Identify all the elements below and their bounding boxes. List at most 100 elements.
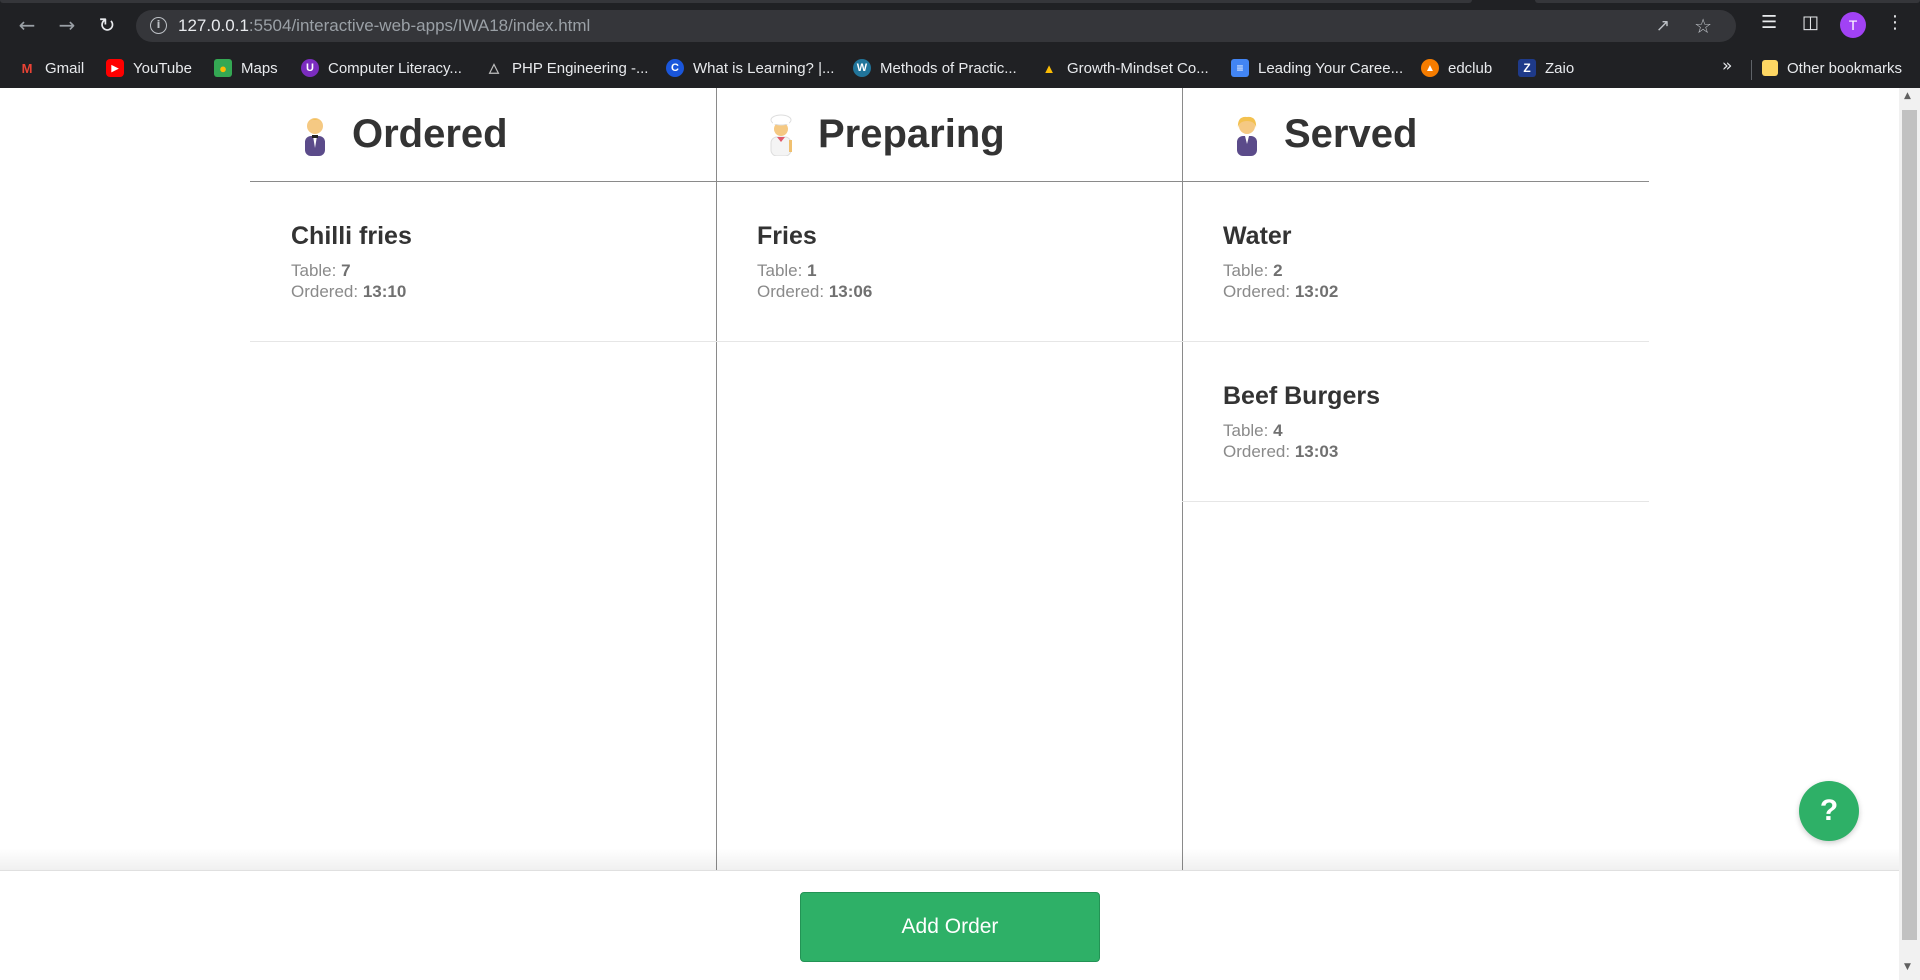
scroll-thumb[interactable] <box>1902 110 1917 940</box>
order-time: Ordered: 13:10 <box>291 281 716 302</box>
column-served: Served Water Table: 2 Ordered: 13:02 Bee… <box>1182 88 1649 870</box>
bookmark-label: Zaio <box>1545 59 1575 77</box>
share-icon[interactable]: ↗ <box>1656 16 1670 36</box>
column-title: Ordered <box>352 112 508 156</box>
google-drive-icon: ▲ <box>1042 60 1056 76</box>
ordered-label: Ordered: <box>1223 442 1291 461</box>
bookmark-label: YouTube <box>133 59 192 77</box>
wordpress-icon: W <box>853 59 871 77</box>
table-number: 2 <box>1273 261 1283 280</box>
bookmark-label: Leading Your Caree... <box>1258 59 1404 77</box>
column-ordered: Ordered Chilli fries Table: 7 Ordered: 1… <box>250 88 717 870</box>
ordered-time: 13:03 <box>1294 442 1339 461</box>
order-title: Water <box>1223 222 1292 250</box>
table-label: Table: <box>757 261 803 280</box>
bookmark-what-is-learning[interactable]: C What is Learning? |... <box>666 56 834 80</box>
bookmarks-bar: M Gmail ▶ YouTube ● Maps U Computer Lite… <box>0 52 1920 84</box>
table-number: 4 <box>1273 421 1283 440</box>
ordered-label: Ordered: <box>1223 282 1291 301</box>
column-header: Served <box>1182 88 1649 182</box>
maps-icon: ● <box>214 59 232 77</box>
bookmark-youtube[interactable]: ▶ YouTube <box>106 56 192 80</box>
back-icon[interactable]: ← <box>12 10 42 40</box>
ordered-time: 13:06 <box>828 282 873 301</box>
ordered-label: Ordered: <box>291 282 359 301</box>
browser-chrome: ← → ↻ i 127.0.0.1:5504/interactive-web-a… <box>0 0 1920 88</box>
youtube-icon: ▶ <box>106 59 124 77</box>
order-time: Ordered: 13:03 <box>1223 441 1649 462</box>
forward-icon[interactable]: → <box>52 10 82 40</box>
scroll-down-icon[interactable]: ▼ <box>1904 962 1911 972</box>
bookmark-growth-mindset[interactable]: ▲ Growth-Mindset Co... <box>1040 56 1209 80</box>
bookmark-label: Gmail <box>45 59 85 77</box>
order-card[interactable]: Chilli fries Table: 7 Ordered: 13:10 <box>250 182 716 342</box>
column-header: Preparing <box>716 88 1182 182</box>
bookmark-computer-literacy[interactable]: U Computer Literacy... <box>301 56 462 80</box>
bookmark-edclub[interactable]: ▲ edclub <box>1421 56 1492 80</box>
side-panel-icon[interactable]: ◫ <box>1802 12 1819 33</box>
order-card[interactable]: Beef Burgers Table: 4 Ordered: 13:03 <box>1182 342 1649 502</box>
bookmark-maps[interactable]: ● Maps <box>214 56 278 80</box>
footer-bar: Add Order <box>0 870 1899 980</box>
bookmark-label: Growth-Mindset Co... <box>1067 59 1209 77</box>
scroll-up-icon[interactable]: ▲ <box>1904 91 1911 101</box>
order-card[interactable]: Fries Table: 1 Ordered: 13:06 <box>716 182 1182 342</box>
waiter-tuxedo-icon <box>296 114 334 156</box>
c-logo-icon: C <box>666 59 684 77</box>
gmail-icon: M <box>21 60 33 76</box>
order-time: Ordered: 13:02 <box>1223 281 1649 302</box>
page-scrollbar[interactable]: ▲ ▼ <box>1899 88 1920 980</box>
bookmark-label: edclub <box>1448 59 1493 77</box>
cook-icon <box>762 114 800 156</box>
other-bookmarks[interactable]: Other bookmarks <box>1762 56 1902 80</box>
bookmarks-divider <box>1751 60 1752 80</box>
order-table: Table: 4 <box>1223 420 1649 441</box>
column-header: Ordered <box>250 88 716 182</box>
ordered-time: 13:02 <box>1294 282 1339 301</box>
profile-avatar[interactable]: T <box>1840 12 1866 38</box>
site-info-icon[interactable]: i <box>150 17 167 34</box>
ordered-time: 13:10 <box>362 282 407 301</box>
bookmark-label: PHP Engineering -... <box>512 59 649 77</box>
menu-kebab-icon[interactable]: ⋮ <box>1886 12 1904 33</box>
order-card[interactable]: Water Table: 2 Ordered: 13:02 <box>1182 182 1649 342</box>
column-title: Preparing <box>818 112 1005 156</box>
reload-icon[interactable]: ↻ <box>92 10 122 40</box>
bookmark-label: Methods of Practic... <box>880 59 1017 77</box>
help-button[interactable]: ? <box>1799 781 1859 841</box>
bookmark-leading-your-career[interactable]: ≡ Leading Your Caree... <box>1231 56 1403 80</box>
triangle-icon: △ <box>489 60 499 75</box>
order-table: Table: 7 <box>291 260 716 281</box>
table-number: 7 <box>341 261 351 280</box>
url-text[interactable]: 127.0.0.1:5504/interactive-web-apps/IWA1… <box>178 16 590 36</box>
bookmark-label: Maps <box>241 59 278 77</box>
bookmarks-overflow-icon[interactable]: » <box>1722 56 1732 76</box>
zaio-icon: Z <box>1518 59 1536 77</box>
other-bookmarks-label: Other bookmarks <box>1787 59 1903 77</box>
table-label: Table: <box>1223 261 1269 280</box>
url-host: 127.0.0.1 <box>178 16 249 35</box>
page-content: Ordered Chilli fries Table: 7 Ordered: 1… <box>0 88 1899 980</box>
media-queue-icon[interactable]: ☰ <box>1761 12 1777 33</box>
ordered-label: Ordered: <box>757 282 825 301</box>
bookmark-methods-of-practice[interactable]: W Methods of Practic... <box>853 56 1017 80</box>
address-bar[interactable]: i 127.0.0.1:5504/interactive-web-apps/IW… <box>136 10 1736 42</box>
order-time: Ordered: 13:06 <box>757 281 1182 302</box>
add-order-button[interactable]: Add Order <box>800 892 1100 962</box>
server-person-icon <box>1228 114 1266 156</box>
column-title: Served <box>1284 112 1418 156</box>
edclub-icon: ▲ <box>1421 59 1439 77</box>
bookmark-star-icon[interactable]: ☆ <box>1694 14 1712 38</box>
table-number: 1 <box>807 261 817 280</box>
order-table: Table: 1 <box>757 260 1182 281</box>
bookmark-gmail[interactable]: M Gmail <box>18 56 85 80</box>
order-title: Beef Burgers <box>1223 382 1380 410</box>
folder-icon <box>1762 60 1778 76</box>
url-path: :5504/interactive-web-apps/IWA18/index.h… <box>248 16 591 35</box>
bookmark-zaio[interactable]: Z Zaio <box>1518 56 1574 80</box>
google-docs-icon: ≡ <box>1231 59 1249 77</box>
table-label: Table: <box>1223 421 1269 440</box>
column-preparing: Preparing Fries Table: 1 Ordered: 13:06 <box>716 88 1183 870</box>
literacy-icon: U <box>301 59 319 77</box>
bookmark-php-engineering[interactable]: △ PHP Engineering -... <box>485 56 648 80</box>
